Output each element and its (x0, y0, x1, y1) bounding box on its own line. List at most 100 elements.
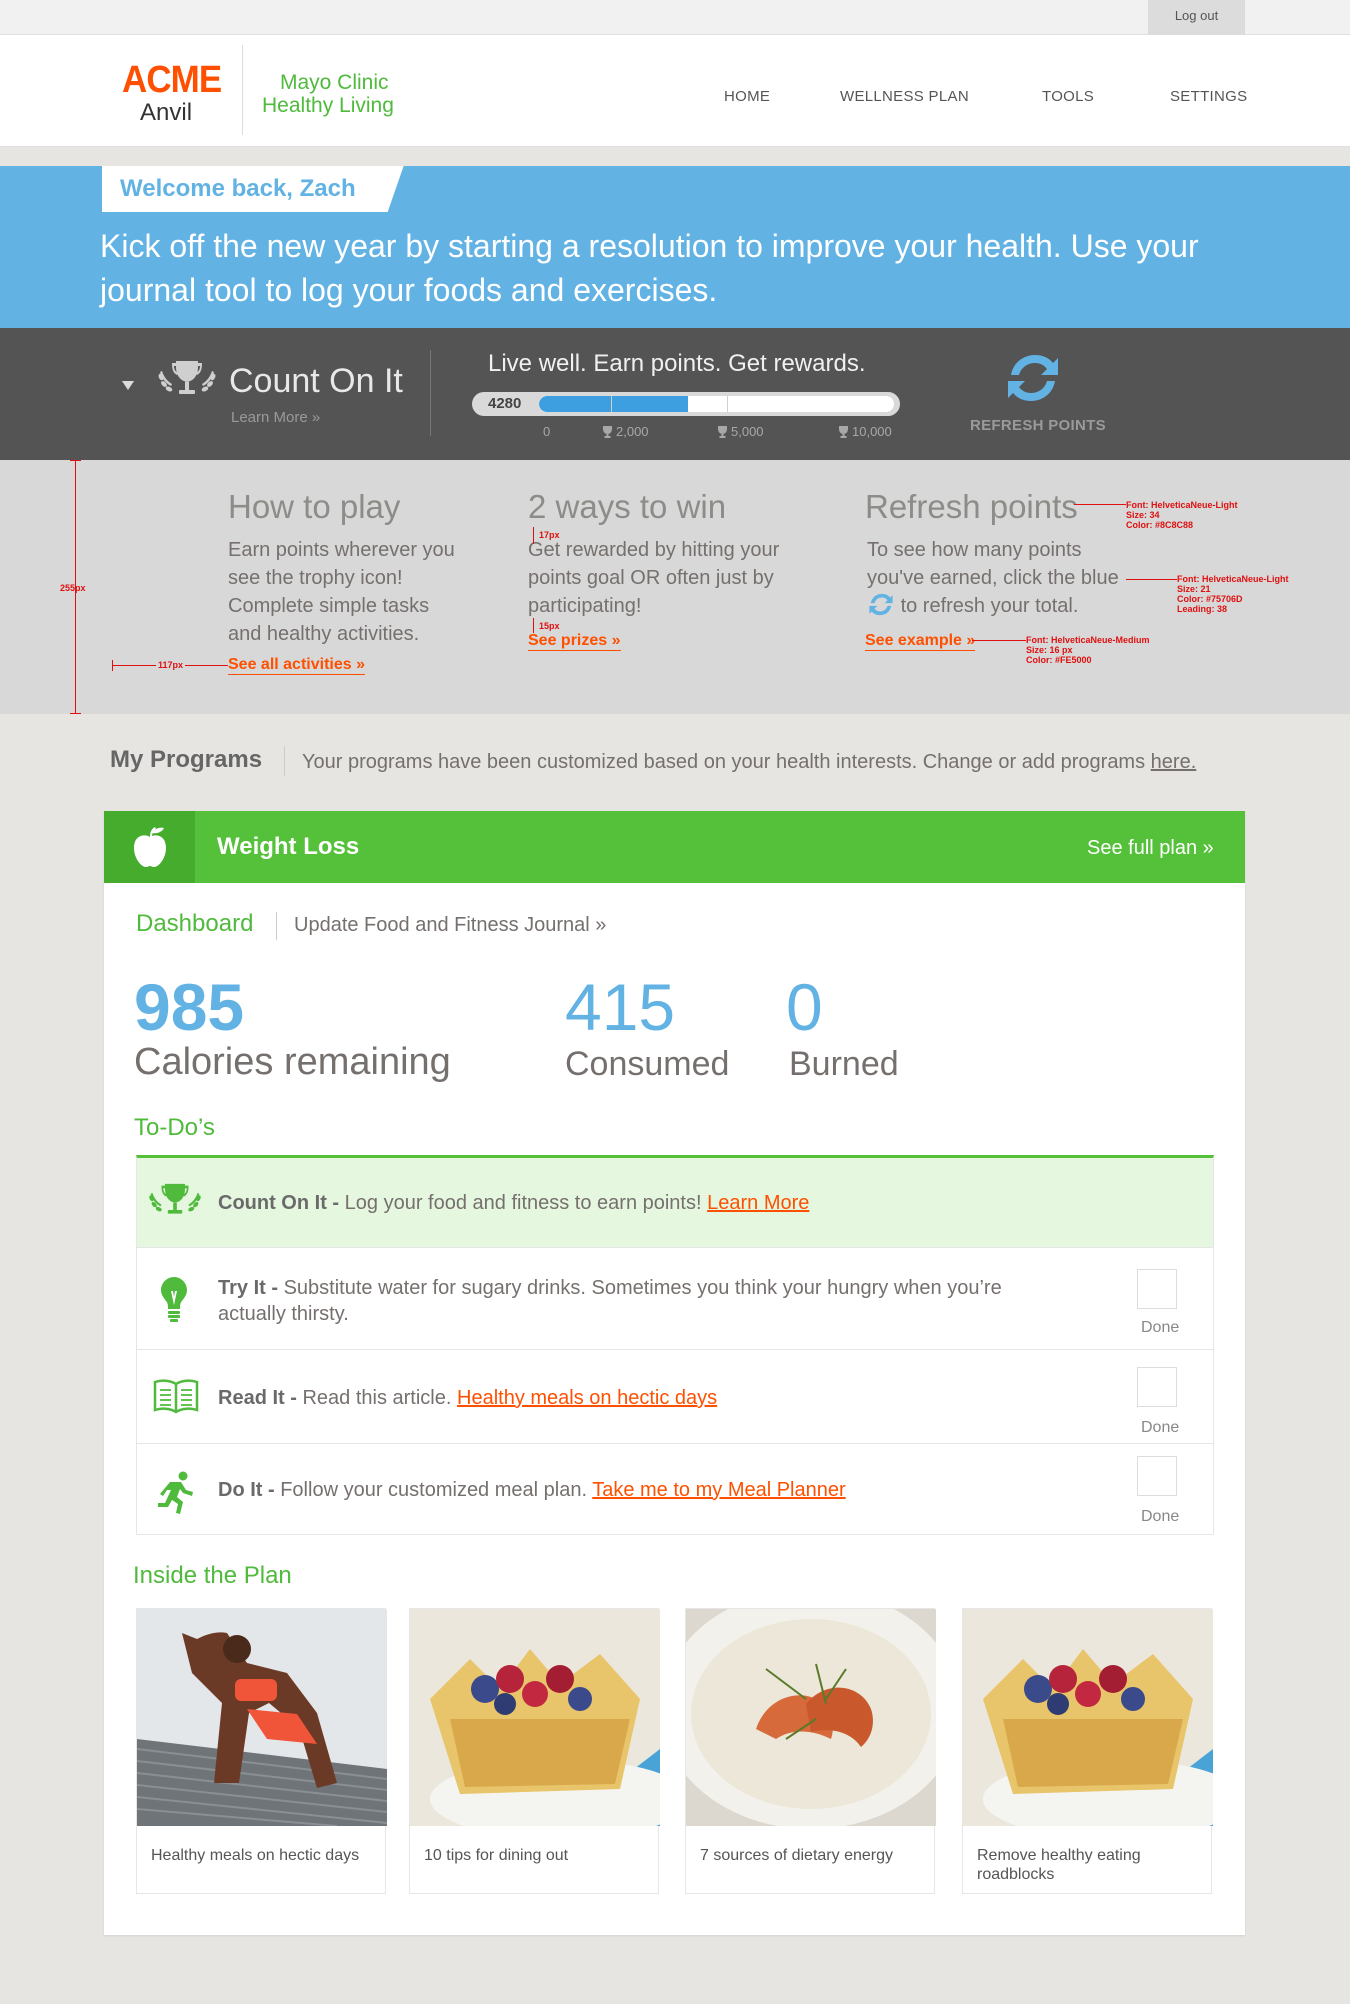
todo-lead: Try It - (218, 1277, 279, 1299)
todo-body: Read this article. (302, 1387, 452, 1409)
shrimp-soup-illustration (686, 1609, 936, 1826)
berry-pastry-photo (963, 1609, 1213, 1826)
todo-meal-planner-link[interactable]: Take me to my Meal Planner (592, 1479, 845, 1501)
ways-to-win-text: Get rewarded by hitting your points goal… (528, 539, 780, 617)
milestone-label: 10,000 (852, 424, 892, 439)
apple-icon-box (104, 811, 195, 883)
plan-tile[interactable]: Remove healthy eating roadblocks (962, 1608, 1213, 1894)
spec-line: Color: #FE5000 (1026, 655, 1092, 665)
berry-pastry-photo (410, 1609, 660, 1826)
milestone-label: 0 (543, 424, 551, 439)
berry-pastry-illustration (410, 1609, 660, 1826)
trophy-icon (839, 425, 848, 438)
trophy-icon (718, 425, 727, 438)
progress-tick (611, 396, 612, 412)
refresh-text-b: to refresh your total. (900, 595, 1079, 617)
todo-lead: Read It - (218, 1387, 297, 1409)
todo-text: Count On It - Log your food and fitness … (218, 1190, 809, 1216)
calories-remaining-value: 985 (134, 970, 245, 1044)
programs-divider (284, 746, 285, 776)
spec-line: Size: 34 (1126, 510, 1160, 520)
spec-line: Font: HelveticaNeue-Light (1126, 500, 1238, 510)
spec-padding-label: 17px (539, 530, 560, 540)
milestone-label: 2,000 (616, 424, 649, 439)
points-current-value: 4280 (488, 395, 522, 412)
runner-illustration (137, 1609, 387, 1826)
mayo-line-2: Healthy Living (262, 94, 394, 118)
spec-height-label: 255px (60, 583, 86, 593)
ways-to-win-title: 2 ways to win (528, 488, 727, 525)
inside-plan-heading: Inside the Plan (133, 1562, 292, 1589)
acme-logo-text[interactable]: ACME (122, 61, 222, 99)
tab-divider (276, 912, 277, 940)
count-on-it-learn-more-link[interactable]: Learn More » (231, 409, 320, 426)
plan-tile[interactable]: 7 sources of dietary energy (685, 1608, 936, 1894)
milestone-10000: 10,000 (838, 424, 892, 439)
spec-line: Font: HelveticaNeue-Medium (1026, 635, 1150, 645)
consumed-value: 415 (565, 970, 676, 1044)
programs-subtitle-text: Your programs have been customized based… (302, 751, 1146, 773)
todo-text: Read It - Read this article. Healthy mea… (218, 1385, 717, 1411)
points-progress-fill (539, 396, 688, 412)
spec-line: Size: 16 px (1026, 645, 1073, 655)
spec-width-label: 117px (156, 660, 186, 670)
spec-pointer (972, 640, 1026, 641)
anvil-logo-text: Anvil (140, 99, 193, 126)
shrimp-soup-photo (686, 1609, 936, 1826)
refresh-icon (869, 593, 893, 616)
todo-lead: Count On It - (218, 1192, 340, 1214)
running-person-icon (158, 1471, 193, 1514)
todo-text: Do It - Follow your customized meal plan… (218, 1477, 846, 1503)
spec-padding-line (533, 527, 534, 544)
spec-tick (70, 713, 81, 714)
spec-padding-label: 15px (539, 621, 560, 631)
tab-dashboard[interactable]: Dashboard (136, 910, 253, 938)
mayo-logo[interactable]: Mayo Clinic Healthy Living (262, 71, 394, 117)
see-example-link[interactable]: See example » (865, 632, 976, 651)
points-tagline: Live well. Earn points. Get rewards. (488, 350, 866, 377)
spec-body-font: Font: HelveticaNeue-Light Size: 21 Color… (1177, 574, 1289, 614)
count-on-it-title: Count On It (229, 362, 403, 400)
programs-here-link[interactable]: here. (1151, 751, 1197, 773)
trophy-icon (158, 361, 216, 394)
refresh-points-button[interactable]: REFRESH POINTS (970, 417, 1106, 434)
welcome-greeting: Welcome back, Zach (102, 166, 404, 212)
done-checkbox[interactable] (1137, 1269, 1177, 1309)
nav-home[interactable]: HOME (724, 88, 770, 105)
spec-tick (112, 660, 113, 671)
todos-heading: To-Do’s (134, 1114, 215, 1141)
see-all-activities-link[interactable]: See all activities » (228, 656, 365, 675)
plan-tile[interactable]: 10 tips for dining out (409, 1608, 660, 1894)
spec-line: Leading: 38 (1177, 604, 1228, 614)
tile-caption: 7 sources of dietary energy (700, 1847, 893, 1864)
milestone-5000: 5,000 (717, 424, 764, 439)
tile-caption: 10 tips for dining out (424, 1847, 569, 1864)
see-full-plan-link[interactable]: See full plan » (1087, 837, 1214, 860)
todo-lead: Do It - (218, 1479, 275, 1501)
todo-learn-more-link[interactable]: Learn More (707, 1192, 809, 1214)
spec-link-font: Font: HelveticaNeue-Medium Size: 16 px C… (1026, 635, 1150, 665)
spec-pointer (1074, 504, 1126, 505)
todo-article-link[interactable]: Healthy meals on hectic days (457, 1387, 717, 1409)
refresh-points-title: Refresh points (865, 488, 1078, 525)
spec-line: Font: HelveticaNeue-Light (1177, 574, 1289, 584)
plan-tile[interactable]: Healthy meals on hectic days (136, 1608, 387, 1894)
logo-divider (242, 45, 243, 135)
trophy-icon (149, 1183, 201, 1214)
collapse-caret-icon[interactable] (122, 381, 134, 390)
see-prizes-link[interactable]: See prizes » (528, 632, 621, 651)
tile-caption: Healthy meals on hectic days (151, 1847, 360, 1864)
done-label: Done (1141, 1319, 1180, 1336)
todo-text: Try It - Substitute water for sugary dri… (218, 1275, 1038, 1327)
nav-tools[interactable]: TOOLS (1042, 88, 1094, 105)
logout-button[interactable]: Log out (1148, 0, 1245, 35)
nav-wellness-plan[interactable]: WELLNESS PLAN (840, 88, 969, 105)
done-checkbox[interactable] (1137, 1456, 1177, 1496)
tab-update-journal[interactable]: Update Food and Fitness Journal » (294, 914, 606, 937)
nav-settings[interactable]: SETTINGS (1170, 88, 1247, 105)
todo-item-read-it: Read It - Read this article. Healthy mea… (137, 1350, 1213, 1444)
done-checkbox[interactable] (1137, 1367, 1177, 1407)
refresh-icon[interactable] (1003, 351, 1063, 405)
site-header: ACME Anvil Mayo Clinic Healthy Living HO… (0, 35, 1350, 147)
milestone-2000: 2,000 (602, 424, 649, 439)
